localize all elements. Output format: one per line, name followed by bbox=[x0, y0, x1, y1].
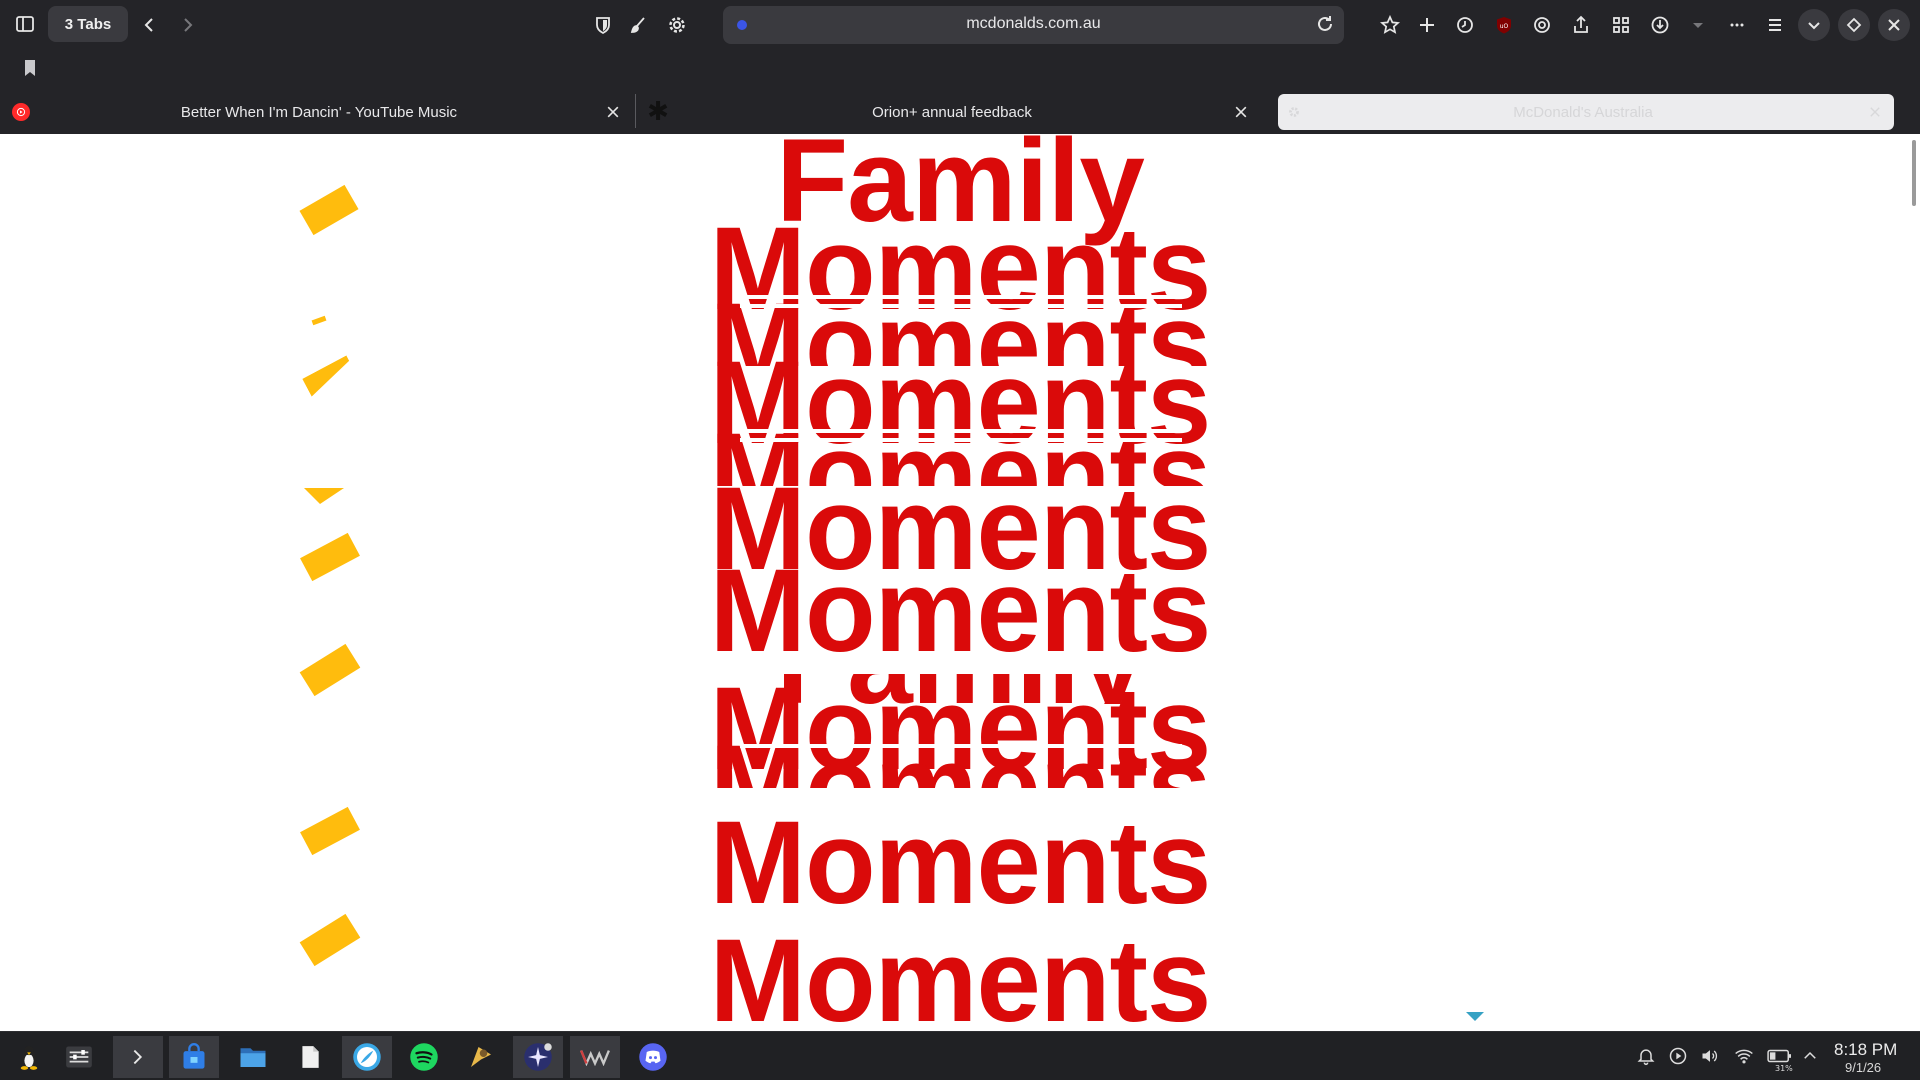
web-page: Family Family Moments Moments Moments Mo… bbox=[0, 134, 1920, 1031]
notifications-icon[interactable] bbox=[1634, 1044, 1658, 1068]
downloads-dropdown-icon[interactable] bbox=[1682, 9, 1714, 41]
system-taskbar: 31% 8:18 PM 9/1/26 bbox=[0, 1031, 1920, 1080]
glitch-stripe bbox=[740, 304, 1182, 308]
linux-start-menu-icon[interactable] bbox=[4, 1036, 54, 1078]
tab-title: Orion+ annual feedback bbox=[872, 103, 1032, 121]
downloads-icon[interactable] bbox=[1644, 9, 1676, 41]
discord-app-icon[interactable] bbox=[628, 1036, 678, 1078]
bitwarden-shield-icon[interactable] bbox=[587, 9, 619, 41]
document-viewer-icon[interactable] bbox=[285, 1036, 335, 1078]
reload-icon[interactable] bbox=[1314, 13, 1336, 35]
tab-orion-feedback[interactable]: ✱ Orion+ annual feedback bbox=[647, 94, 1252, 130]
bookmarks-bar-icon[interactable] bbox=[14, 52, 46, 84]
share-icon[interactable] bbox=[1565, 9, 1597, 41]
media-play-icon[interactable] bbox=[1666, 1044, 1690, 1068]
extensions-grid-icon[interactable] bbox=[1605, 9, 1637, 41]
glitch-stripe bbox=[740, 438, 1182, 442]
sidebar-toggle-icon[interactable] bbox=[9, 8, 41, 40]
tab-close-icon[interactable] bbox=[1864, 101, 1886, 123]
youtube-music-favicon-icon bbox=[12, 103, 30, 121]
window-close-icon[interactable] bbox=[1878, 9, 1910, 41]
moments-text: Moments bbox=[709, 545, 1212, 677]
tab-overview-button[interactable]: 3 Tabs bbox=[48, 6, 128, 42]
moments-text: Moments bbox=[709, 797, 1212, 929]
battery-percent: 31% bbox=[1775, 1064, 1793, 1073]
spotify-app-icon[interactable] bbox=[399, 1036, 449, 1078]
volume-icon[interactable] bbox=[1698, 1044, 1722, 1068]
settings-gear-icon[interactable] bbox=[661, 9, 693, 41]
page-scrollbar[interactable] bbox=[1912, 140, 1916, 206]
tab-youtube-music[interactable]: Better When I'm Dancin' - YouTube Music bbox=[12, 94, 624, 130]
tab-mcdonalds-australia[interactable]: McDonald's Australia bbox=[1278, 94, 1894, 130]
url-text[interactable]: mcdonalds.com.au bbox=[723, 15, 1344, 33]
orion-browser-app-icon[interactable] bbox=[513, 1036, 563, 1078]
tab-title: McDonald's Australia bbox=[1513, 103, 1653, 121]
glitch-stripe bbox=[740, 796, 1182, 800]
tab-close-icon[interactable] bbox=[602, 101, 624, 123]
brush-icon[interactable] bbox=[622, 9, 654, 41]
loading-favicon-icon bbox=[1286, 104, 1302, 120]
forward-icon[interactable] bbox=[172, 9, 204, 41]
wifi-icon[interactable] bbox=[1732, 1044, 1756, 1068]
glitch-stripe bbox=[740, 295, 1182, 299]
terminal-app-icon[interactable] bbox=[113, 1036, 163, 1078]
svg-text:uO: uO bbox=[1500, 23, 1509, 30]
glitch-stripe bbox=[740, 744, 1182, 748]
web-browser-app-icon[interactable] bbox=[342, 1036, 392, 1078]
tab-close-icon[interactable] bbox=[1230, 101, 1252, 123]
address-bar[interactable]: mcdonalds.com.au bbox=[723, 6, 1344, 44]
battery-icon[interactable]: 31% bbox=[1765, 1044, 1795, 1073]
asterisk-favicon-icon: ✱ bbox=[647, 97, 669, 127]
bookmark-star-icon[interactable] bbox=[1374, 9, 1406, 41]
history-clock-icon[interactable] bbox=[1449, 9, 1481, 41]
clock-date[interactable]: 9/1/26 bbox=[1845, 1060, 1881, 1075]
app-store-icon[interactable] bbox=[169, 1036, 219, 1078]
ublock-origin-icon[interactable]: uO bbox=[1488, 9, 1520, 41]
window-maximize-icon[interactable] bbox=[1838, 9, 1870, 41]
tray-expand-chevron-icon[interactable] bbox=[1798, 1044, 1822, 1068]
new-tab-plus-icon[interactable] bbox=[1411, 9, 1443, 41]
scroll-indicator-icon[interactable] bbox=[1466, 1012, 1484, 1021]
tab-divider bbox=[635, 94, 636, 128]
window-minimize-icon[interactable] bbox=[1798, 9, 1830, 41]
window-manager-app-icon[interactable] bbox=[570, 1036, 620, 1078]
more-options-icon[interactable] bbox=[1721, 9, 1753, 41]
menu-hamburger-icon[interactable] bbox=[1759, 9, 1791, 41]
moments-text: Moments bbox=[709, 915, 1212, 1031]
clock-time[interactable]: 8:18 PM bbox=[1834, 1040, 1897, 1060]
mixer-app-icon[interactable] bbox=[54, 1036, 104, 1078]
moments-text-glitch: Moments bbox=[19, 728, 1901, 788]
browser-toolbar: 3 Tabs mcdonalds.com.au uO Better When I… bbox=[0, 0, 1920, 134]
back-icon[interactable] bbox=[133, 9, 165, 41]
tab-title: Better When I'm Dancin' - YouTube Music bbox=[180, 103, 458, 121]
extension-target-icon[interactable] bbox=[1526, 9, 1558, 41]
files-folder-icon[interactable] bbox=[228, 1036, 278, 1078]
glitch-stripe bbox=[740, 429, 1182, 433]
game-launcher-icon[interactable] bbox=[456, 1036, 506, 1078]
